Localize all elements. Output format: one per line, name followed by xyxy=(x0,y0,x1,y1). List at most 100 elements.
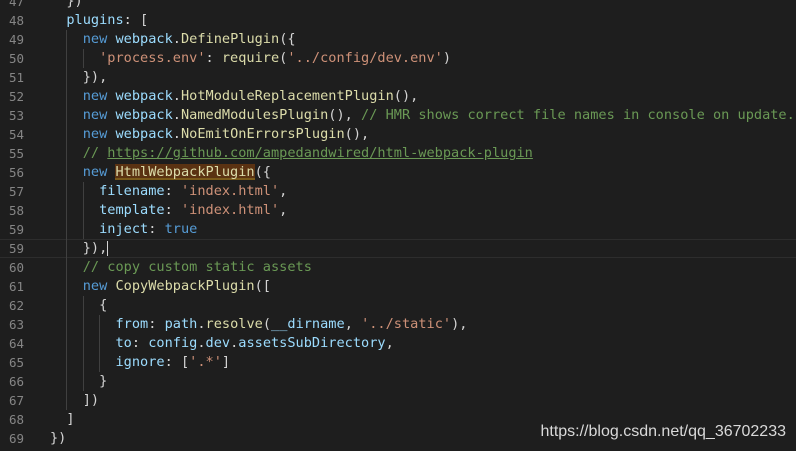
code-token: ({ xyxy=(279,31,296,47)
code-line[interactable]: 48 plugins: [ xyxy=(0,11,796,30)
code-text: filename: 'index.html', xyxy=(50,182,287,201)
watermark-text: https://blog.csdn.net/qq_36702233 xyxy=(540,423,786,440)
code-token: }) xyxy=(50,430,67,446)
code-line[interactable]: 49 new webpack.DefinePlugin({ xyxy=(0,30,796,49)
code-token: , xyxy=(279,202,288,218)
code-token: resolve xyxy=(205,316,263,332)
code-token: HtmlWebpackPlugin xyxy=(115,164,255,180)
code-token: ignore xyxy=(50,354,165,370)
code-line[interactable]: 53 new webpack.NamedModulesPlugin(), // … xyxy=(0,106,796,125)
code-text: template: 'index.html', xyxy=(50,201,287,220)
code-line[interactable]: 63 from: path.resolve(__dirname, '../sta… xyxy=(0,315,796,334)
code-token: template xyxy=(50,202,165,218)
code-token: NamedModulesPlugin xyxy=(180,107,329,123)
code-text: new webpack.HotModuleReplacementPlugin()… xyxy=(50,87,419,106)
code-line[interactable]: 62 { xyxy=(0,296,796,315)
code-token: // HMR shows correct file names in conso… xyxy=(361,107,795,123)
code-line[interactable]: 66 } xyxy=(0,372,796,391)
code-token: dev xyxy=(205,335,231,351)
code-token: 'index.html' xyxy=(180,202,280,218)
code-text: new webpack.NoEmitOnErrorsPlugin(), xyxy=(50,125,369,144)
line-number: 53 xyxy=(8,108,24,123)
code-line[interactable]: 61 new CopyWebpackPlugin([ xyxy=(0,277,796,296)
code-line[interactable]: 56 new HtmlWebpackPlugin({ xyxy=(0,163,796,182)
code-token: new xyxy=(50,164,116,180)
code-token: '../static' xyxy=(361,316,452,332)
code-text: new CopyWebpackPlugin([ xyxy=(50,277,271,296)
code-token: ]) xyxy=(50,392,100,408)
code-line[interactable]: 55 // https://github.com/ampedandwired/h… xyxy=(0,144,796,163)
code-token: , xyxy=(344,316,362,332)
line-number: 62 xyxy=(8,298,24,313)
code-token: webpack xyxy=(115,126,173,142)
code-text: to: config.dev.assetsSubDirectory, xyxy=(50,334,394,353)
code-line[interactable]: 60 // copy custom static assets xyxy=(0,258,796,277)
code-token: 'process.env' xyxy=(50,50,206,66)
line-number: 57 xyxy=(8,184,24,199)
code-token: { xyxy=(50,297,108,313)
code-text: { xyxy=(50,296,107,315)
line-number: 63 xyxy=(8,317,24,332)
line-number: 61 xyxy=(8,279,24,294)
code-token: (), xyxy=(344,126,370,142)
code-line[interactable]: 59 }), xyxy=(0,239,796,258)
code-token: plugins xyxy=(50,12,124,28)
code-line[interactable]: 59 inject: true xyxy=(0,220,796,239)
code-token: }), xyxy=(50,69,108,85)
code-token: new xyxy=(50,278,116,294)
code-token: : [ xyxy=(164,354,190,370)
code-text: // https://github.com/ampedandwired/html… xyxy=(50,144,533,163)
code-token: require xyxy=(221,50,280,66)
code-token: true xyxy=(164,221,198,237)
code-line[interactable]: 58 template: 'index.html', xyxy=(0,201,796,220)
code-line[interactable]: 50 'process.env': require('../config/dev… xyxy=(0,49,796,68)
code-token: : xyxy=(148,221,165,237)
code-token: webpack xyxy=(115,88,173,104)
code-token: __dirname xyxy=(271,316,345,332)
code-text: ] xyxy=(50,410,75,429)
line-number: 69 xyxy=(8,431,24,446)
code-line[interactable]: 65 ignore: ['.*'] xyxy=(0,353,796,372)
code-token: path xyxy=(164,316,198,332)
code-token: ) xyxy=(442,50,452,66)
code-line[interactable]: 51 }), xyxy=(0,68,796,87)
code-line[interactable]: 54 new webpack.NoEmitOnErrorsPlugin(), xyxy=(0,125,796,144)
code-token: assetsSubDirectory xyxy=(238,335,386,351)
code-text: }), xyxy=(50,68,108,87)
code-token: '.*' xyxy=(189,354,222,370)
code-text: }), xyxy=(50,239,109,258)
code-token: ([ xyxy=(254,278,271,294)
line-number: 64 xyxy=(8,336,24,351)
code-token: webpack xyxy=(115,31,173,47)
code-line[interactable]: 47 }) xyxy=(0,0,796,11)
code-text: plugins: [ xyxy=(50,11,148,30)
line-number: 52 xyxy=(8,89,24,104)
code-editor[interactable]: 47 }) 48 plugins: [49 new webpack.DefineP… xyxy=(0,0,796,448)
code-line[interactable]: 64 to: config.dev.assetsSubDirectory, xyxy=(0,334,796,353)
line-number: 58 xyxy=(8,203,24,218)
line-number: 51 xyxy=(8,70,24,85)
code-token: '../config/dev.env' xyxy=(287,50,443,66)
code-token: . xyxy=(172,31,181,47)
code-text: 'process.env': require('../config/dev.en… xyxy=(50,49,451,68)
code-token: ), xyxy=(451,316,468,332)
code-token: 'index.html' xyxy=(180,183,280,199)
line-number: 48 xyxy=(8,13,24,28)
code-token: , xyxy=(385,335,394,351)
code-line[interactable]: 67 ]) xyxy=(0,391,796,410)
code-line[interactable]: 52 new webpack.HotModuleReplacementPlugi… xyxy=(0,87,796,106)
code-token: https://github.com/ampedandwired/html-we… xyxy=(107,145,533,161)
code-text: new webpack.NamedModulesPlugin(), // HMR… xyxy=(50,106,795,125)
code-line[interactable]: 57 filename: 'index.html', xyxy=(0,182,796,201)
line-number: 59 xyxy=(8,222,24,237)
code-token: : xyxy=(205,50,222,66)
line-number: 68 xyxy=(8,412,24,427)
code-token: (), xyxy=(393,88,419,104)
code-token: new xyxy=(50,107,116,123)
code-token: ] xyxy=(50,411,75,427)
code-token: . xyxy=(197,335,206,351)
text-cursor xyxy=(107,240,109,256)
code-token: : xyxy=(164,183,181,199)
line-number: 47 xyxy=(8,0,24,9)
code-token: NoEmitOnErrorsPlugin xyxy=(180,126,345,142)
